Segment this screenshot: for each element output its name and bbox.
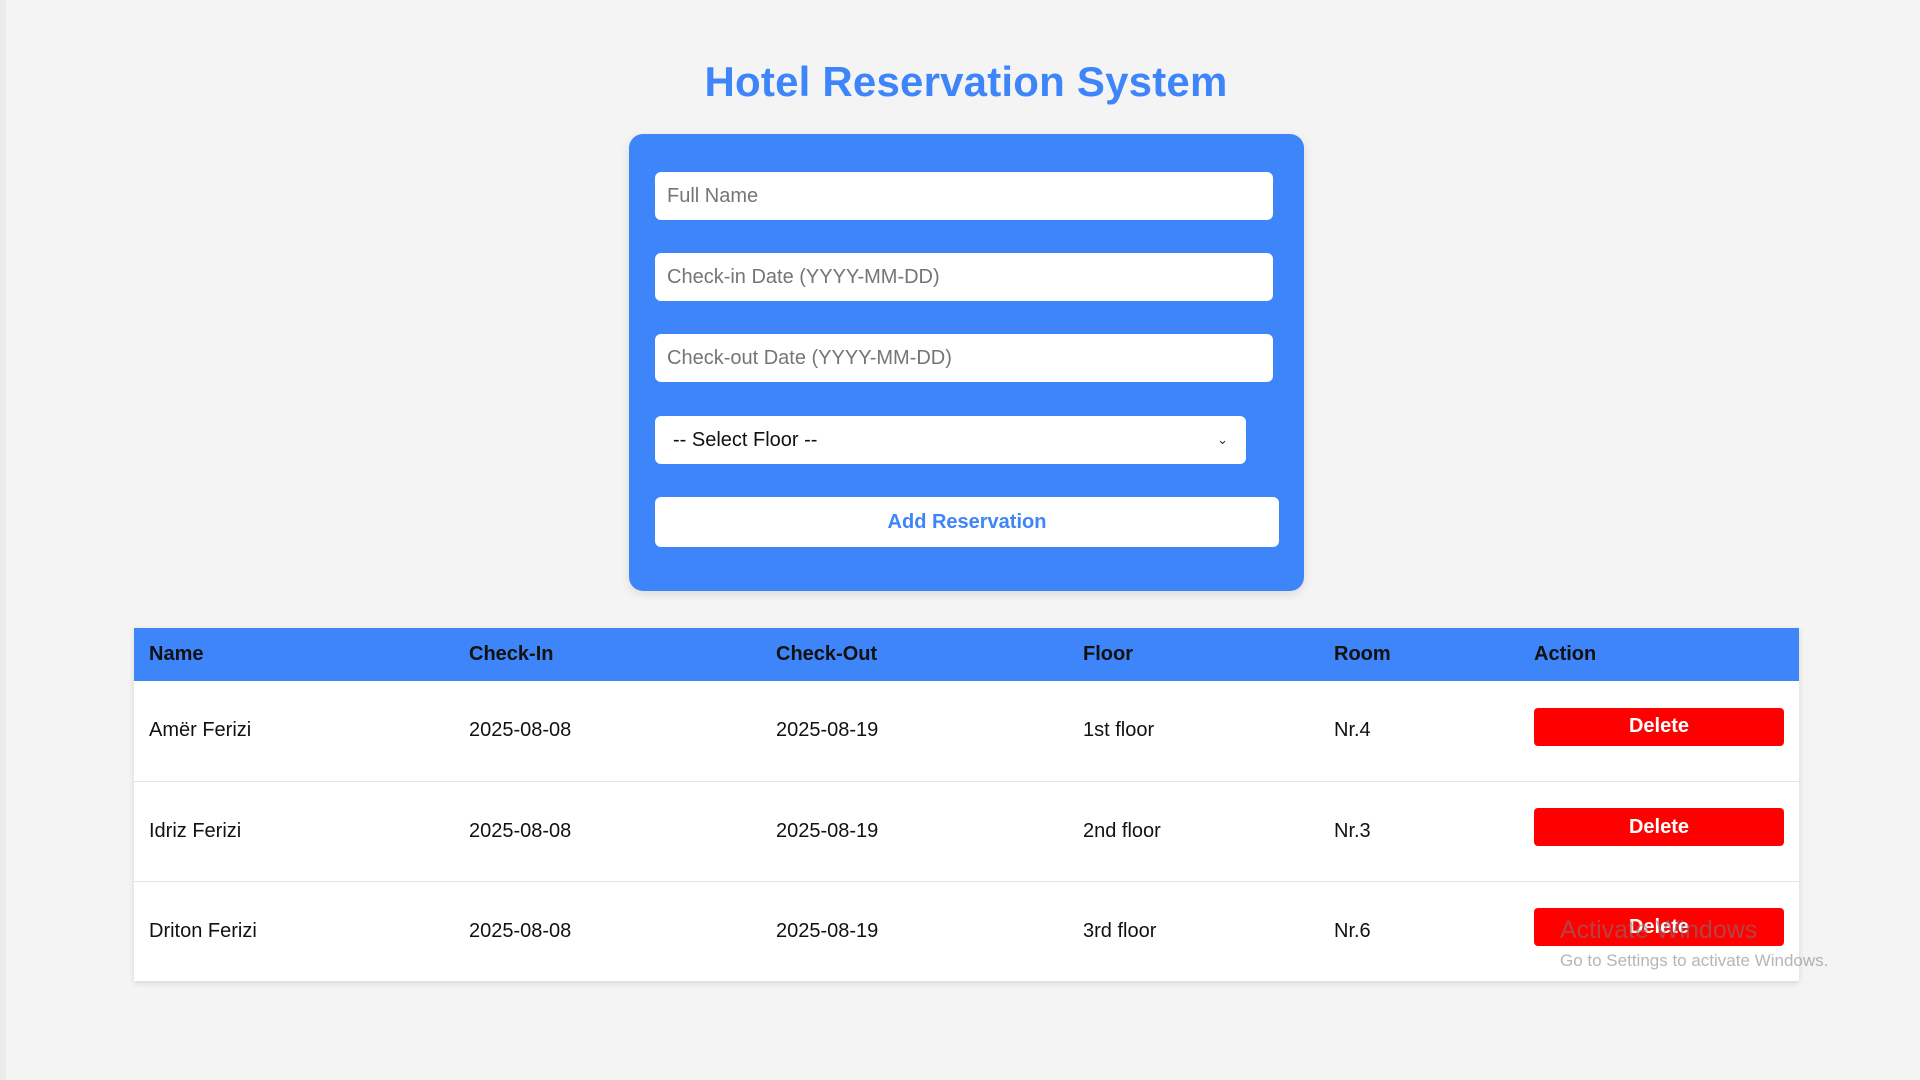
delete-button[interactable]: Delete: [1534, 707, 1784, 746]
add-reservation-button[interactable]: Add Reservation: [655, 497, 1279, 547]
cell-checkin: 2025-08-08: [469, 719, 572, 742]
cell-name: Driton Ferizi: [149, 919, 257, 942]
cell-action: Delete: [1519, 781, 1799, 881]
column-header-checkout: Check-Out: [776, 643, 878, 665]
cell-floor: 3rd floor: [1083, 919, 1157, 942]
column-header-name: Name: [149, 643, 204, 665]
floor-select-value: -- Select Floor --: [673, 428, 818, 451]
reservation-form: -- Select Floor -- ⌄ Add Reservation: [629, 134, 1304, 591]
table-row: Idriz Ferizi 2025-08-08 2025-08-19 2nd f…: [134, 781, 1799, 881]
page-title: Hotel Reservation System: [704, 58, 1228, 105]
table-row: Amër Ferizi 2025-08-08 2025-08-19 1st fl…: [134, 681, 1799, 781]
cell-floor: 2nd floor: [1083, 819, 1161, 842]
cell-checkout: 2025-08-19: [776, 819, 879, 842]
delete-button[interactable]: Delete: [1534, 908, 1784, 947]
checkin-date-input[interactable]: [655, 253, 1273, 301]
cell-room: Nr.3: [1334, 819, 1371, 842]
full-name-input[interactable]: [655, 172, 1273, 220]
column-header-floor: Floor: [1083, 643, 1133, 665]
cell-floor: 1st floor: [1083, 719, 1155, 742]
page: Hotel Reservation System -- Select Floor…: [0, 0, 1920, 1080]
column-header-action: Action: [1534, 643, 1597, 665]
cell-checkin: 2025-08-08: [469, 819, 572, 842]
cell-checkout: 2025-08-19: [776, 919, 879, 942]
cell-name: Idriz Ferizi: [149, 819, 242, 842]
reservations-table: Name Check-In Check-Out Floor Room Actio…: [134, 628, 1799, 981]
chevron-down-icon: ⌄: [1217, 432, 1228, 447]
column-header-checkin: Check-In: [469, 643, 554, 665]
cell-checkout: 2025-08-19: [776, 719, 879, 742]
table-row: Driton Ferizi 2025-08-08 2025-08-19 3rd …: [134, 881, 1799, 981]
cell-room: Nr.6: [1334, 919, 1371, 942]
cell-action: Delete: [1519, 881, 1799, 981]
table-header-row: Name Check-In Check-Out Floor Room Actio…: [134, 628, 1799, 681]
cell-action: Delete: [1519, 681, 1799, 781]
column-header-room: Room: [1334, 643, 1391, 665]
floor-select[interactable]: -- Select Floor -- ⌄: [655, 416, 1246, 464]
cell-room: Nr.4: [1334, 719, 1371, 742]
cell-checkin: 2025-08-08: [469, 919, 572, 942]
cell-name: Amër Ferizi: [149, 719, 252, 742]
checkout-date-input[interactable]: [655, 334, 1273, 382]
delete-button[interactable]: Delete: [1534, 808, 1784, 846]
